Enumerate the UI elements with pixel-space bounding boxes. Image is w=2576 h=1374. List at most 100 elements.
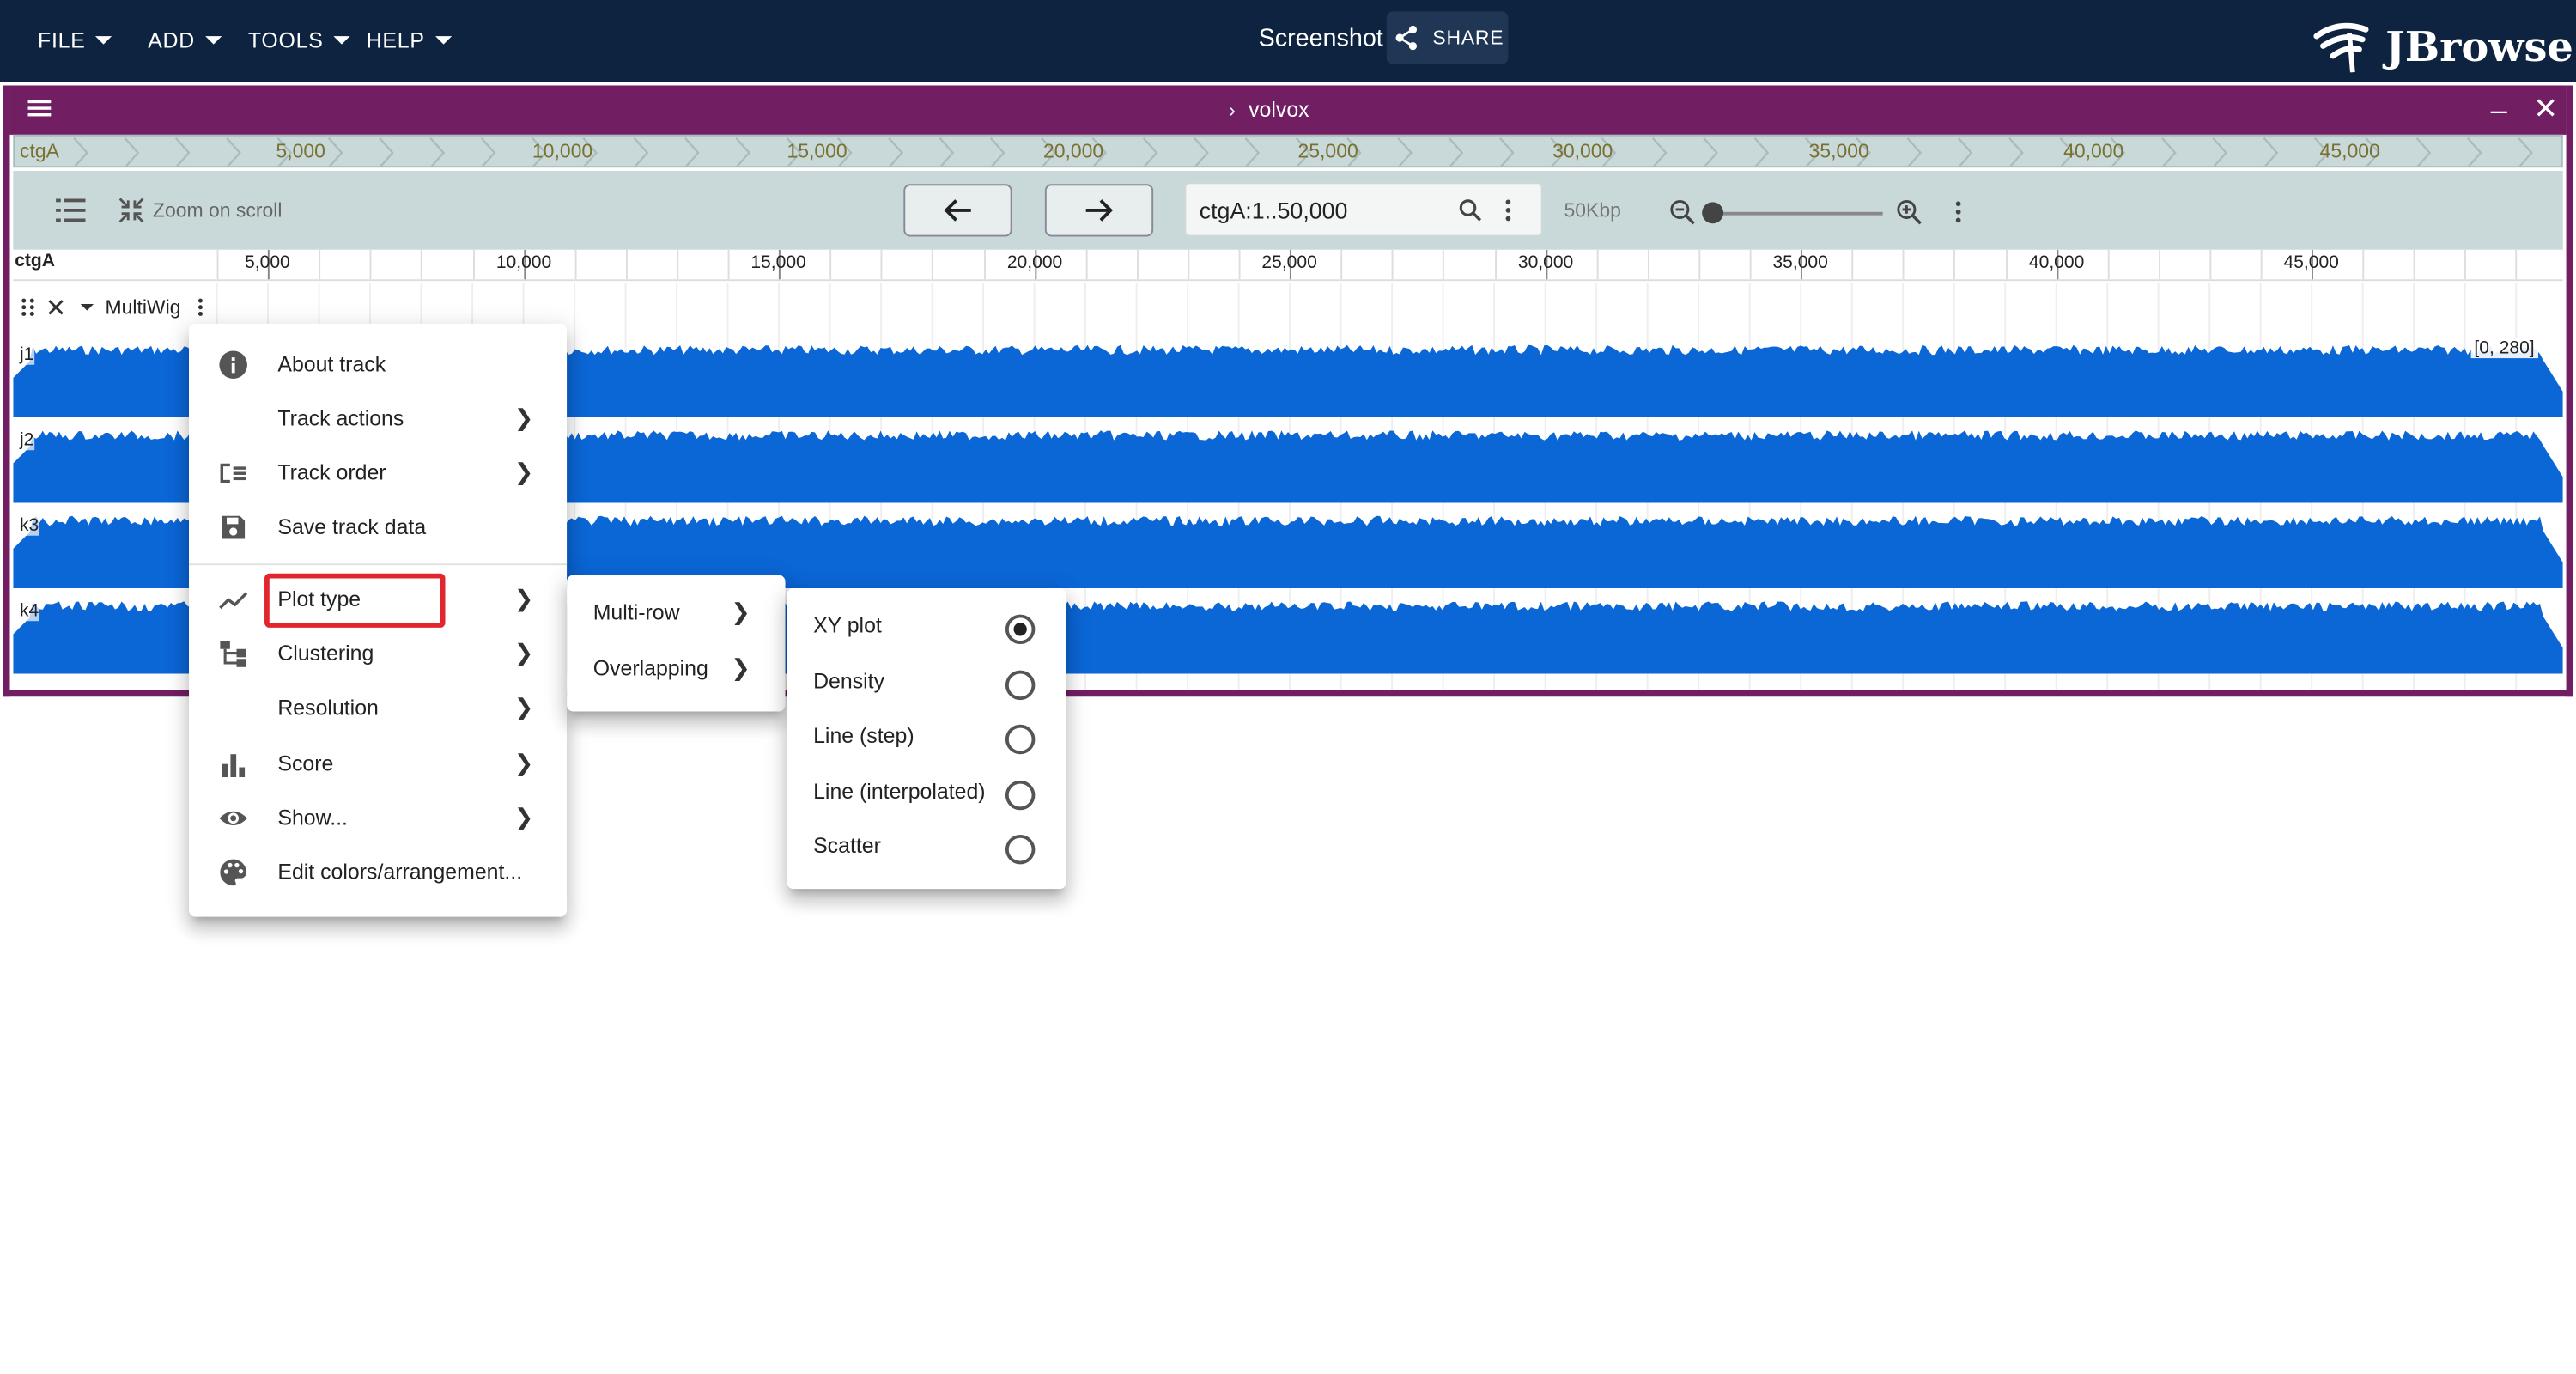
overview-label: 25,000 [1297, 139, 1358, 163]
radio-unselected-icon[interactable] [1005, 724, 1036, 755]
track-label: MultiWig [19, 289, 210, 325]
menu-item-score[interactable]: Score ❯ [189, 736, 567, 790]
radio-unselected-icon[interactable] [1005, 670, 1036, 701]
menu-item-save-track-data[interactable]: Save track data [189, 500, 567, 554]
line-chart-icon [219, 592, 248, 610]
zoom-in-icon[interactable] [1896, 199, 1923, 226]
share-label: SHARE [1432, 26, 1504, 50]
chevron-right-icon: ❯ [513, 404, 534, 431]
menu-item-multi-row[interactable]: Multi-row ❯ [567, 585, 785, 639]
location-search-box[interactable]: ctgA:1..50,000 [1184, 182, 1543, 237]
chevron-right-icon: ❯ [731, 598, 750, 625]
row-label-k3: k3 [19, 515, 39, 536]
view-options-icon[interactable] [1955, 200, 1962, 223]
minimize-icon[interactable]: – [2491, 94, 2507, 128]
row-label-j1: j1 [19, 344, 34, 365]
location-options-icon[interactable] [1505, 199, 1512, 222]
info-icon [219, 350, 247, 380]
overview-label: 45,000 [2319, 139, 2380, 163]
radio-unselected-icon[interactable] [1005, 780, 1036, 811]
menu-item-xy-plot[interactable]: XY plot [787, 598, 1066, 652]
view-toolbar: Zoom on scroll ctgA:1..50,000 50Kbp [13, 170, 2563, 250]
clustering-icon [220, 641, 246, 667]
menu-item-about-track[interactable]: About track [189, 337, 567, 391]
track-selector-icon[interactable] [56, 198, 86, 224]
view-title-text: volvox [1249, 96, 1309, 122]
overview-label: 5,000 [276, 139, 325, 163]
palette-icon [220, 859, 246, 886]
collapse-track-icon[interactable] [79, 302, 95, 312]
location-input[interactable]: ctgA:1..50,000 [1200, 198, 1348, 224]
ruler-label: 25,000 [1261, 252, 1317, 273]
y-scale-label: [0, 280] [2470, 338, 2538, 359]
ruler[interactable]: ctgA 5,000 10,000 15,000 20,000 25,000 3… [13, 249, 2563, 282]
app-bar: FILE ADD TOOLS HELP Screenshot SHARE JBr… [0, 0, 2576, 82]
ruler-label: 5,000 [245, 252, 290, 273]
help-menu-button[interactable]: HELP [367, 0, 452, 79]
zoom-out-icon[interactable] [1669, 199, 1696, 226]
share-button[interactable]: SHARE [1386, 11, 1509, 64]
search-icon[interactable] [1459, 199, 1482, 222]
view-title[interactable]: › volvox [1229, 97, 1309, 122]
overview-label: 15,000 [787, 139, 848, 163]
drag-handle-icon[interactable] [20, 297, 36, 317]
logo-text: JBrowse [2385, 21, 2573, 70]
menu-item-line-interpolated[interactable]: Line (interpolated) [787, 764, 1066, 818]
overview-label: 10,000 [532, 139, 593, 163]
ruler-label: 30,000 [1517, 252, 1574, 273]
close-view-icon[interactable]: ✕ [2533, 92, 2558, 126]
overview-label: 20,000 [1042, 139, 1104, 163]
ruler-label: 20,000 [1006, 252, 1063, 273]
overview-chevrons [73, 137, 2533, 167]
chevron-right-icon: ❯ [513, 693, 534, 720]
bar-chart-icon [222, 754, 246, 777]
track-name: MultiWig [105, 295, 181, 319]
radio-selected-icon[interactable] [1005, 614, 1036, 645]
menu-item-show[interactable]: Show... ❯ [189, 790, 567, 844]
menu-item-track-actions[interactable]: Track actions ❯ [189, 391, 567, 445]
caret-down-icon [333, 35, 350, 44]
zoom-slider-thumb[interactable] [1702, 202, 1724, 224]
track-order-icon [220, 463, 246, 483]
menu-divider [189, 563, 568, 566]
menu-item-resolution[interactable]: Resolution ❯ [189, 680, 567, 734]
hamburger-menu-icon[interactable] [27, 97, 53, 120]
menu-item-scatter[interactable]: Scatter [787, 818, 1066, 872]
row-label-j2: j2 [19, 430, 34, 451]
close-track-icon[interactable] [46, 297, 66, 317]
track-menu-icon[interactable] [197, 297, 204, 317]
caret-down-icon [434, 35, 452, 44]
bp-per-view-label: 50Kbp [1564, 198, 1621, 222]
menu-item-edit-colors[interactable]: Edit colors/arrangement... [189, 844, 567, 898]
save-icon [222, 515, 246, 539]
plot-type-submenu: Multi-row ❯ Overlapping ❯ [567, 575, 786, 712]
ruler-ref-name: ctgA [15, 251, 56, 271]
menu-item-density[interactable]: Density [787, 654, 1066, 708]
menu-item-track-order[interactable]: Track order ❯ [189, 446, 567, 500]
session-title[interactable]: Screenshot [1259, 25, 1383, 53]
eye-icon [219, 811, 247, 825]
menu-item-overlapping[interactable]: Overlapping ❯ [567, 641, 785, 695]
chevron-right-icon: › [1229, 97, 1236, 121]
add-menu-button[interactable]: ADD [148, 0, 222, 79]
tools-menu-button[interactable]: TOOLS [248, 0, 350, 79]
zoom-on-scroll-toggle[interactable]: Zoom on scroll [118, 198, 283, 224]
scroll-right-button[interactable] [1044, 184, 1154, 237]
caret-down-icon [204, 35, 222, 44]
chevron-right-icon: ❯ [513, 458, 534, 485]
overview-scalebar[interactable]: ctgA 5,000 10,000 15,000 20,000 25,000 3… [13, 134, 2563, 168]
plot-type-highlight [264, 573, 446, 628]
menu-item-line-step[interactable]: Line (step) [787, 708, 1066, 763]
ruler-label: 45,000 [2283, 252, 2339, 273]
ruler-label: 35,000 [1772, 252, 1828, 273]
file-menu-button[interactable]: FILE [38, 0, 112, 79]
zoom-slider-track[interactable] [1711, 211, 1883, 216]
scroll-left-button[interactable] [903, 184, 1012, 237]
overview-label: 35,000 [1808, 139, 1869, 163]
menu-item-clustering[interactable]: Clustering ❯ [189, 626, 567, 680]
app-root: FILE ADD TOOLS HELP Screenshot SHARE JBr… [0, 0, 2576, 1374]
radio-unselected-icon[interactable] [1005, 834, 1036, 865]
overview-label: 40,000 [2063, 139, 2124, 163]
arrow-right-icon [1085, 199, 1114, 222]
multi-row-submenu: XY plot Density Line (step) Line (interp… [787, 587, 1066, 890]
